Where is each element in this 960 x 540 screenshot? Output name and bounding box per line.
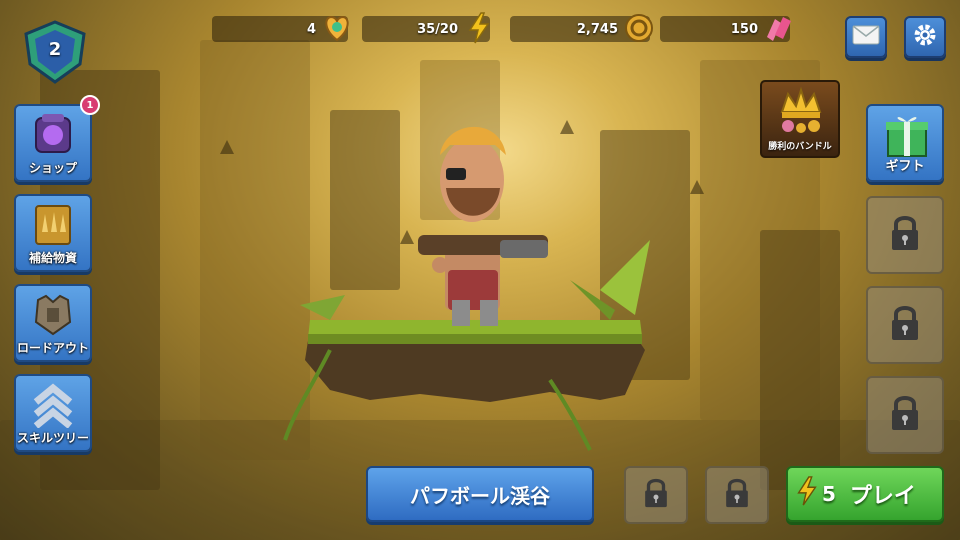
skilltree-button[interactable]: スキルツリー <box>14 374 92 452</box>
gems-value: 150 <box>730 21 758 37</box>
locked-slot <box>866 286 944 364</box>
lock-icon <box>887 393 923 437</box>
shop-button[interactable]: ショップ <box>14 104 92 182</box>
map-name: パフボール渓谷 <box>410 483 550 508</box>
gear-icon <box>912 22 938 52</box>
armor-icon <box>28 292 78 338</box>
play-button[interactable]: 5 プレイ <box>786 466 944 522</box>
shop-label: ショップ <box>28 161 77 175</box>
player-level-badge[interactable]: 2 <box>20 18 90 88</box>
gift-label: ギフト <box>885 159 925 174</box>
lightning-icon <box>796 476 818 512</box>
mail-button[interactable] <box>845 16 887 58</box>
locked-slot <box>705 466 769 524</box>
victory-bundle-button[interactable]: 勝利のバンドル <box>760 80 840 158</box>
lock-icon <box>641 476 671 514</box>
gift-button[interactable]: ギフト <box>866 104 944 182</box>
lock-icon <box>887 303 923 347</box>
locked-slot <box>866 196 944 274</box>
shop-icon <box>28 112 78 158</box>
shop-notification-badge: 1 <box>80 95 100 115</box>
mail-icon <box>852 25 880 49</box>
skilltree-label: スキルツリー <box>16 431 89 445</box>
lives-counter[interactable]: 4 <box>212 15 349 42</box>
lightning-icon <box>462 11 496 45</box>
locked-slot <box>624 466 688 524</box>
locked-slot <box>866 376 944 454</box>
energy-counter[interactable]: 35/20 <box>362 12 490 44</box>
play-energy-cost: 5 <box>822 482 836 506</box>
gems-counter[interactable]: 150 <box>660 16 791 42</box>
coins-value: 2,745 <box>576 21 618 37</box>
coin-icon <box>622 11 656 45</box>
bundle-label: 勝利のバンドル <box>768 142 832 152</box>
player-level-value: 2 <box>48 38 62 60</box>
lock-icon <box>722 476 752 514</box>
loadout-label: ロードアウト <box>16 341 89 355</box>
supply-label: 補給物資 <box>28 251 77 265</box>
heart-icon <box>320 11 354 45</box>
supply-crate-icon <box>28 202 78 248</box>
map-select-button[interactable]: パフボール渓谷 <box>366 466 594 522</box>
crown-icon <box>776 86 826 140</box>
hero-scene <box>270 110 670 460</box>
gem-icon <box>762 11 796 45</box>
coins-counter[interactable]: 2,745 <box>510 14 653 42</box>
supply-button[interactable]: 補給物資 <box>14 194 92 272</box>
energy-value: 35/20 <box>417 21 458 37</box>
lock-icon <box>887 213 923 257</box>
loadout-button[interactable]: ロードアウト <box>14 284 92 362</box>
chevron-rank-icon <box>28 382 78 429</box>
play-label: プレイ <box>849 484 916 509</box>
lives-value: 4 <box>306 21 316 37</box>
settings-button[interactable] <box>904 16 946 58</box>
